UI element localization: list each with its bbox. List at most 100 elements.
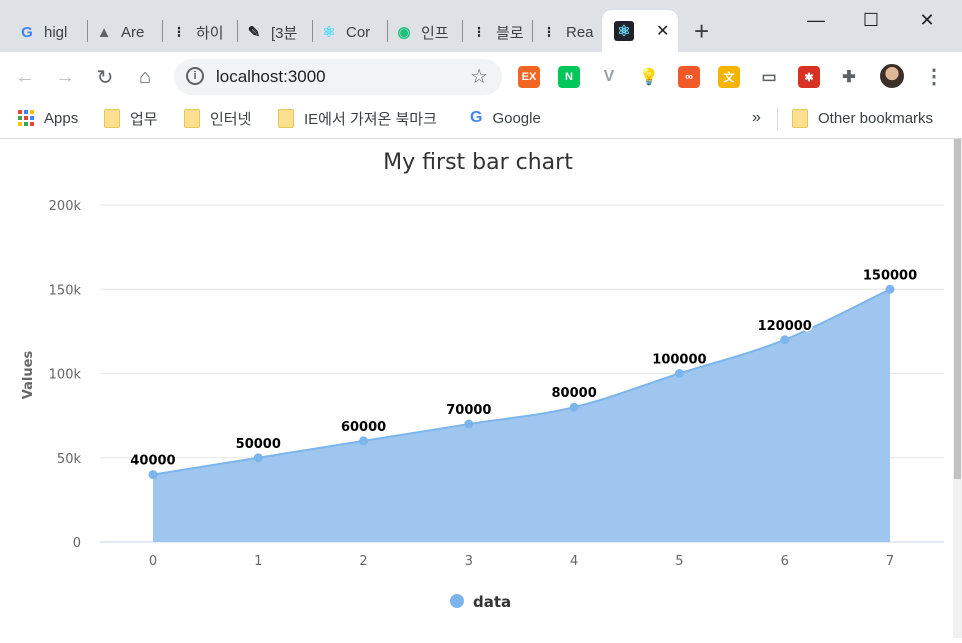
react-icon: ⚛ (322, 24, 336, 41)
area-chart: My first bar chart 40000 50000 60000 70000 8… (21, 150, 944, 611)
scrollbar-thumb[interactable] (954, 139, 961, 479)
data-point[interactable] (780, 335, 790, 345)
react-icon: ⚛ (614, 21, 634, 41)
data-point[interactable] (148, 470, 158, 480)
bookmark-folder-ie[interactable]: IE에서 가져온 북마크 (278, 106, 437, 130)
bookmark-star-icon[interactable]: ☆ (470, 64, 488, 89)
bookmark-label: Google (492, 109, 541, 127)
data-point[interactable] (569, 402, 579, 412)
bookmarks-bar: Apps 업무 인터넷 IE에서 가져온 북마크 G Google » Othe… (0, 100, 962, 139)
site-info-icon[interactable]: i (186, 67, 204, 85)
x-tick-label: 3 (465, 554, 473, 569)
data-label: 120000 (758, 319, 812, 334)
data-label: 150000 (863, 268, 917, 283)
address-bar[interactable]: i localhost:3000 ☆ (174, 59, 502, 95)
page-scrollbar[interactable] (953, 139, 962, 638)
folder-icon (278, 108, 294, 128)
tab-title: 블로 (496, 24, 524, 42)
x-tick-label: 0 (149, 554, 157, 569)
tab-separator (87, 20, 88, 42)
ex-extension-icon[interactable]: EX (518, 66, 540, 88)
reload-button[interactable]: ↻ (92, 64, 118, 90)
profile-avatar[interactable] (880, 64, 904, 88)
tab-close-icon[interactable]: ✕ (656, 21, 669, 41)
legend-label[interactable]: data (473, 593, 511, 611)
tab-strip: Ghigl ▲ Are ⁝ 하이 ✎ [3분 ⚛ Cor ◉ 인프 ⁝ 블로 ⁝ Rea ⚛ ✕ + — ☐… (0, 0, 962, 52)
x-tick-label: 1 (254, 554, 262, 569)
data-point[interactable] (885, 284, 895, 294)
google-icon: G (470, 109, 483, 126)
tab-title: higl (44, 23, 68, 41)
vue-devtools-icon[interactable]: V (598, 66, 620, 88)
minimize-button[interactable]: — (787, 6, 845, 34)
folder-icon (792, 108, 808, 128)
close-window-button[interactable]: ✕ (898, 6, 956, 34)
tab-0[interactable]: Ghigl (18, 12, 74, 52)
arrow-logo-icon: ▲ (96, 23, 112, 41)
tab-3[interactable]: ✎ [3분 (245, 12, 301, 52)
bookmark-label: Apps (44, 109, 79, 127)
data-point[interactable] (674, 369, 684, 378)
tab-title: 인프 (421, 24, 449, 42)
tab-6[interactable]: ⁝ 블로 (470, 12, 526, 52)
cast-extension-icon[interactable]: ▭ (758, 66, 780, 88)
tab-4[interactable]: ⚛ Cor (320, 12, 376, 52)
folder-icon (184, 108, 200, 128)
naver-extension-icon[interactable]: N (558, 66, 580, 88)
menu-icon[interactable]: ⋮ (924, 64, 944, 89)
tab-2[interactable]: ⁝ 하이 (170, 12, 226, 52)
tab-active[interactable]: ⚛ ✕ (602, 10, 678, 52)
x-tick-label: 7 (886, 554, 894, 569)
tab-1[interactable]: ▲ Are (95, 12, 151, 52)
x-tick-label: 6 (781, 554, 789, 569)
tab-separator (462, 20, 463, 42)
y-tick-label: 100k (49, 368, 82, 383)
bookmarks-divider (777, 108, 778, 130)
tab-title: Cor (346, 23, 371, 41)
home-button[interactable]: ⌂ (132, 64, 158, 90)
tab-separator (312, 20, 313, 42)
bookmark-apps[interactable]: Apps (18, 106, 78, 130)
tab-title: 하이 (196, 24, 224, 42)
tab-7[interactable]: ⁝ Rea (540, 12, 596, 52)
tab-separator (237, 20, 238, 42)
bookmark-google[interactable]: G Google (470, 106, 541, 130)
folder-icon (104, 108, 120, 128)
dots-logo-icon: ⁝ (176, 24, 182, 41)
data-point[interactable] (359, 436, 369, 446)
x-tick-label: 2 (359, 554, 367, 569)
lightbulb-extension-icon[interactable]: 💡 (638, 66, 660, 88)
inflearn-icon: ◉ (397, 24, 411, 41)
tab-title: [3분 (271, 24, 298, 42)
url-text[interactable]: localhost:3000 (216, 67, 326, 87)
paw-extension-icon[interactable]: ✱ (798, 66, 820, 88)
data-label: 100000 (652, 353, 706, 368)
forward-button[interactable]: → (52, 64, 78, 90)
chart-title: My first bar chart (383, 150, 573, 175)
dots-logo-icon: ⁝ (546, 24, 552, 41)
chart-area: My first bar chart 40000 50000 60000 70000 8… (0, 139, 953, 638)
puzzle-extensions-icon[interactable]: ✚ (838, 66, 860, 88)
legend[interactable]: data (450, 593, 511, 611)
tab-separator (162, 20, 163, 42)
new-tab-button[interactable]: + (694, 16, 709, 47)
data-point[interactable] (253, 453, 263, 463)
pen-icon: ✎ (247, 24, 261, 41)
translate-extension-icon[interactable]: 文 (718, 66, 740, 88)
tab-separator (532, 20, 533, 42)
infinity-extension-icon[interactable]: ∞ (678, 66, 700, 88)
y-axis-label: Values (21, 351, 36, 400)
legend-marker (450, 594, 464, 608)
other-bookmarks[interactable]: Other bookmarks (792, 106, 933, 130)
dots-logo-icon: ⁝ (476, 24, 482, 41)
back-button[interactable]: ← (12, 64, 38, 90)
tab-5[interactable]: ◉ 인프 (395, 12, 451, 52)
bookmarks-overflow-button[interactable]: » (752, 106, 761, 130)
bookmark-folder-internet[interactable]: 인터넷 (184, 106, 251, 130)
tab-title: Rea (566, 23, 594, 41)
data-point[interactable] (464, 419, 474, 429)
bookmark-folder-work[interactable]: 업무 (104, 106, 158, 130)
bookmark-label: 인터넷 (210, 110, 252, 128)
maximize-button[interactable]: ☐ (842, 6, 900, 34)
browser-toolbar: ← → ↻ ⌂ i localhost:3000 ☆ EX N V 💡 ∞ 文 ▭ ✱ ✚ ⋮ (0, 52, 962, 100)
